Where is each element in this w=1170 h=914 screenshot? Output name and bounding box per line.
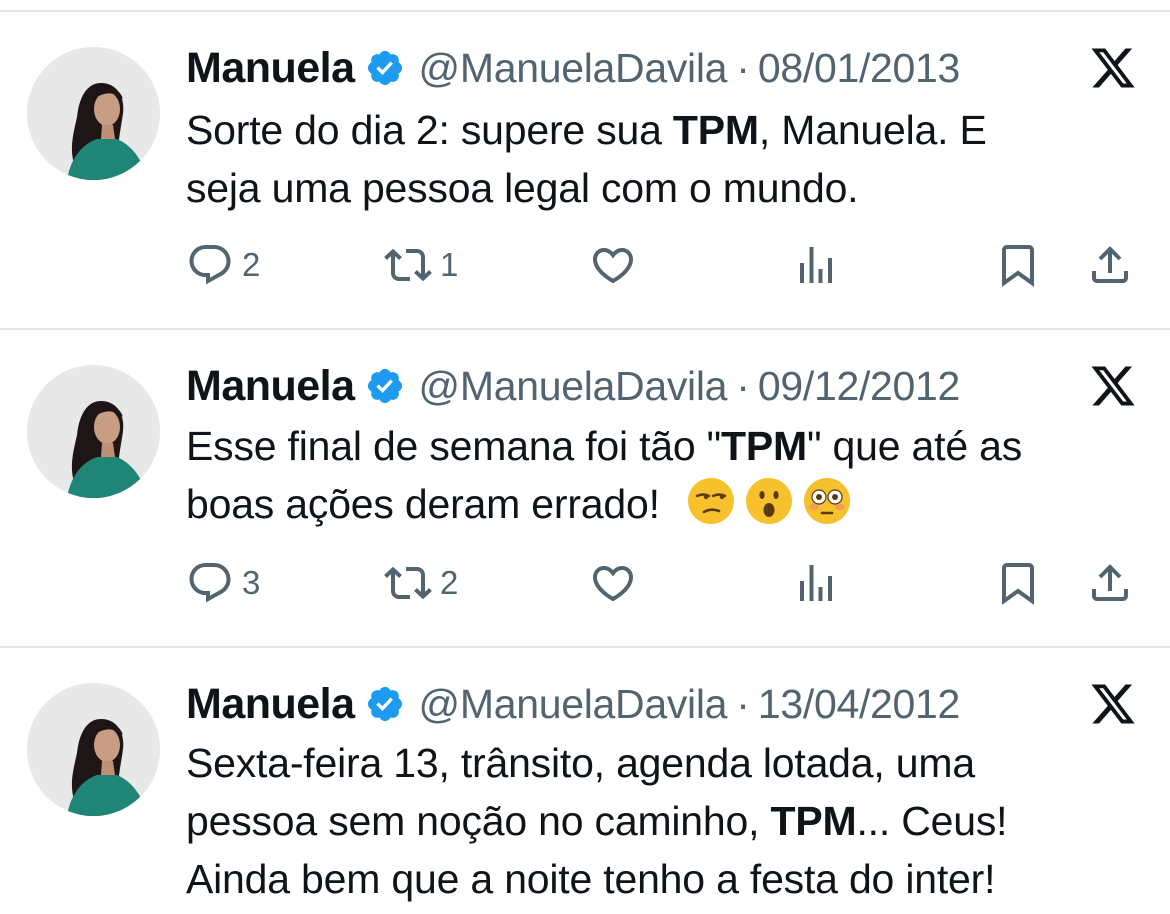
share-icon xyxy=(1086,241,1134,289)
tweet-text-line: seja uma pessoa legal com o mundo. xyxy=(186,165,859,211)
views-icon xyxy=(792,241,840,289)
avatar[interactable] xyxy=(27,47,160,180)
share-button[interactable] xyxy=(1086,558,1134,608)
bookmark-icon xyxy=(994,241,1042,289)
tweet-date[interactable]: 13/04/2012 xyxy=(758,681,961,728)
tweet-text-line: Sorte do dia 2: supere sua TPM, Manuela.… xyxy=(186,107,987,153)
tweet-actions: 2 1 xyxy=(0,240,1170,290)
author-handle[interactable]: @ManuelaDavila xyxy=(419,45,728,92)
views-icon xyxy=(792,559,840,607)
tweet-text-line: boas ações deram errado! xyxy=(186,475,1146,533)
tweet-2[interactable]: Manuela @ManuelaDavila · 09/12/2012 Esse… xyxy=(0,358,1170,608)
retweet-icon xyxy=(384,241,432,289)
tweet-text-line: pessoa sem noção no caminho, TPM... Ceus… xyxy=(186,798,1008,844)
avatar[interactable] xyxy=(27,365,160,498)
separator-dot: · xyxy=(736,362,750,409)
tweet-divider xyxy=(0,328,1170,330)
author-handle[interactable]: @ManuelaDavila xyxy=(419,681,728,728)
reply-button[interactable]: 3 xyxy=(186,558,260,608)
tweet-text: Sorte do dia 2: supere sua TPM, Manuela.… xyxy=(186,101,1146,217)
tweet-header: Manuela @ManuelaDavila · 09/12/2012 xyxy=(186,358,960,414)
retweet-button[interactable]: 1 xyxy=(384,240,458,290)
author-name[interactable]: Manuela xyxy=(186,362,355,411)
tweet-text-line: Ainda bem que a noite tenho a festa do i… xyxy=(186,856,996,902)
bookmark-button[interactable] xyxy=(994,558,1042,608)
separator-dot: · xyxy=(736,680,750,727)
retweet-icon xyxy=(384,559,432,607)
separator-dot: · xyxy=(736,44,750,91)
verified-badge-icon xyxy=(365,48,405,88)
author-handle[interactable]: @ManuelaDavila xyxy=(419,363,728,410)
tweet-3[interactable]: Manuela @ManuelaDavila · 13/04/2012 Sext… xyxy=(0,676,1170,914)
tweet-text-line: Esse final de semana foi tão "TPM" que a… xyxy=(186,423,1023,469)
flushed-face-emoji-icon xyxy=(802,476,852,526)
verified-badge-icon xyxy=(365,684,405,724)
unamused-face-emoji-icon xyxy=(686,476,736,526)
retweet-button[interactable]: 2 xyxy=(384,558,458,608)
tweet-divider xyxy=(0,646,1170,648)
like-icon xyxy=(589,241,637,289)
face-with-open-mouth-emoji-icon xyxy=(744,476,794,526)
views-button[interactable] xyxy=(792,558,840,608)
reply-icon xyxy=(186,559,234,607)
author-name[interactable]: Manuela xyxy=(186,680,355,729)
avatar[interactable] xyxy=(27,683,160,816)
tweet-date[interactable]: 09/12/2012 xyxy=(758,363,961,410)
tweet-actions: 3 2 xyxy=(0,558,1170,608)
verified-badge-icon xyxy=(365,366,405,406)
like-button[interactable] xyxy=(589,558,637,608)
reply-button[interactable]: 2 xyxy=(186,240,260,290)
author-name[interactable]: Manuela xyxy=(186,44,355,93)
views-button[interactable] xyxy=(792,240,840,290)
tweet-1[interactable]: Manuela @ManuelaDavila · 08/01/2013 Sort… xyxy=(0,40,1170,290)
x-logo-icon xyxy=(1087,362,1139,410)
tweet-header: Manuela @ManuelaDavila · 08/01/2013 xyxy=(186,40,960,96)
tweet-text: Esse final de semana foi tão "TPM" que a… xyxy=(186,417,1146,533)
share-button[interactable] xyxy=(1086,240,1134,290)
share-icon xyxy=(1086,559,1134,607)
reply-icon xyxy=(186,241,234,289)
retweet-count: 2 xyxy=(440,564,459,601)
tweet-header: Manuela @ManuelaDavila · 13/04/2012 xyxy=(186,676,960,732)
tweet-text: Sexta-feira 13, trânsito, agenda lotada,… xyxy=(186,734,1146,908)
bookmark-button[interactable] xyxy=(994,240,1042,290)
tweet-date[interactable]: 08/01/2013 xyxy=(758,45,961,92)
reply-count: 3 xyxy=(242,564,261,601)
x-logo-icon xyxy=(1087,44,1139,92)
x-logo-icon xyxy=(1087,680,1139,728)
like-button[interactable] xyxy=(589,240,637,290)
top-divider xyxy=(0,10,1170,12)
reply-count: 2 xyxy=(242,246,261,283)
like-icon xyxy=(589,559,637,607)
tweet-text-line: Sexta-feira 13, trânsito, agenda lotada,… xyxy=(186,740,975,786)
retweet-count: 1 xyxy=(440,246,459,283)
bookmark-icon xyxy=(994,559,1042,607)
